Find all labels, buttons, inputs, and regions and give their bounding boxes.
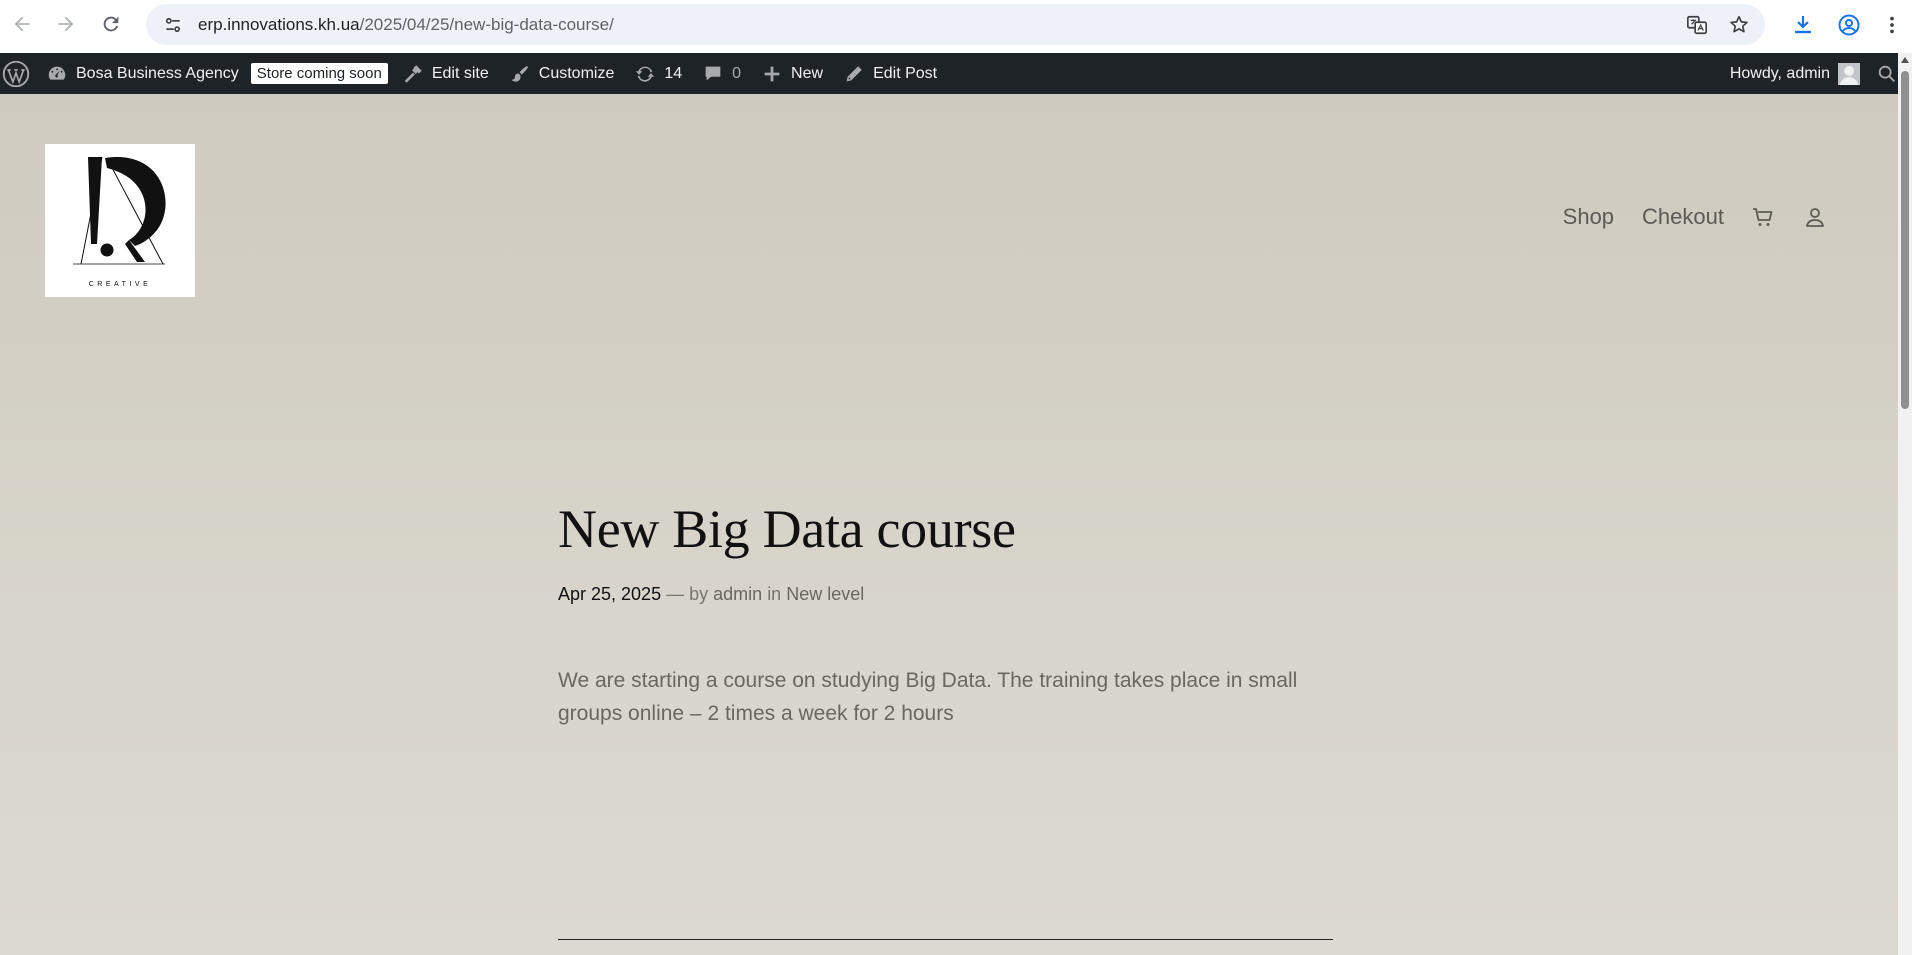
post-date[interactable]: Apr 25, 2025 xyxy=(558,584,661,604)
edit-post-label: Edit Post xyxy=(873,64,938,82)
site-navigation: Shop Chekout xyxy=(1535,204,1828,230)
new-label: New xyxy=(791,64,824,82)
site-logo[interactable]: CREATIVE xyxy=(45,144,195,297)
post-body-text: We are starting a course on studying Big… xyxy=(558,669,1298,725)
site-info-icon[interactable] xyxy=(153,5,193,45)
site-name-menu[interactable]: Bosa Business Agency xyxy=(36,53,249,94)
back-button[interactable] xyxy=(0,2,44,46)
download-icon[interactable] xyxy=(1780,4,1826,45)
my-account-menu[interactable]: Howdy, admin xyxy=(1720,53,1870,94)
post-divider xyxy=(558,939,1333,940)
bookmark-star-icon[interactable] xyxy=(1723,9,1755,41)
plus-icon xyxy=(764,66,780,81)
edit-post-link[interactable]: Edit Post xyxy=(833,53,947,94)
post-category-link[interactable]: New level xyxy=(786,584,864,604)
comment-bubble-icon xyxy=(705,66,721,80)
reload-button[interactable] xyxy=(89,2,133,46)
arrow-right-icon xyxy=(58,16,74,32)
paintbrush-icon xyxy=(511,65,528,82)
scroll-up-arrow-icon[interactable] xyxy=(1901,57,1909,63)
comments-count: 0 xyxy=(732,64,742,82)
page-scrollbar[interactable] xyxy=(1898,53,1912,955)
avatar xyxy=(1838,62,1860,85)
hammer-icon xyxy=(404,64,422,83)
edit-site-link[interactable]: Edit site xyxy=(392,53,499,94)
page-content: CREATIVE Shop Chekout New Big Data cours… xyxy=(0,94,1898,955)
post-title: New Big Data course xyxy=(558,499,1016,559)
post-author-link[interactable]: admin xyxy=(713,584,762,604)
reload-icon xyxy=(103,16,119,32)
updates-count: 14 xyxy=(664,64,683,82)
search-icon xyxy=(1878,65,1895,82)
nav-chekout[interactable]: Chekout xyxy=(1642,204,1724,230)
customize-link[interactable]: Customize xyxy=(499,53,625,94)
updates-icon xyxy=(636,66,655,82)
meta-in: in xyxy=(767,584,782,604)
dashboard-icon xyxy=(48,66,66,80)
arrow-left-icon xyxy=(14,16,30,32)
post-meta: Apr 25, 2025 — by admin in New level xyxy=(558,584,864,605)
howdy-label: Howdy, admin xyxy=(1729,64,1830,82)
url-host: erp.innovations.kh.ua xyxy=(198,14,360,34)
url-text: erp.innovations.kh.ua/2025/04/25/new-big… xyxy=(198,15,614,35)
site-name-label: Bosa Business Agency xyxy=(76,64,239,82)
menu-kebab-icon[interactable] xyxy=(1872,4,1912,45)
address-bar[interactable]: erp.innovations.kh.ua/2025/04/25/new-big… xyxy=(146,4,1765,45)
meta-by: by xyxy=(689,584,709,604)
new-content-menu[interactable]: New xyxy=(751,53,833,94)
customize-label: Customize xyxy=(538,64,615,82)
url-path: /2025/04/25/new-big-data-course/ xyxy=(359,14,614,34)
edit-site-label: Edit site xyxy=(431,64,489,82)
logo-wordmark: CREATIVE xyxy=(89,281,152,288)
cart-icon[interactable] xyxy=(1750,204,1776,230)
meta-separator: — xyxy=(666,584,685,604)
translate-icon[interactable] xyxy=(1681,9,1713,41)
profile-icon[interactable] xyxy=(1826,4,1872,45)
store-coming-soon-badge[interactable]: Store coming soon xyxy=(250,63,388,84)
browser-toolbar: erp.innovations.kh.ua/2025/04/25/new-big… xyxy=(0,0,1912,53)
creative-logo-image: CREATIVE xyxy=(73,156,166,288)
nav-shop[interactable]: Shop xyxy=(1563,204,1614,230)
wordpress-icon xyxy=(2,60,30,87)
wp-logo-menu[interactable] xyxy=(0,53,36,94)
comments-link[interactable]: 0 xyxy=(692,53,751,94)
account-icon[interactable] xyxy=(1802,204,1828,230)
updates-link[interactable]: 14 xyxy=(624,53,692,94)
wp-admin-bar: Bosa Business Agency Store coming soon E… xyxy=(0,53,1912,94)
forward-button[interactable] xyxy=(44,2,88,46)
scroll-thumb[interactable] xyxy=(1901,71,1909,409)
pencil-icon xyxy=(846,65,862,81)
